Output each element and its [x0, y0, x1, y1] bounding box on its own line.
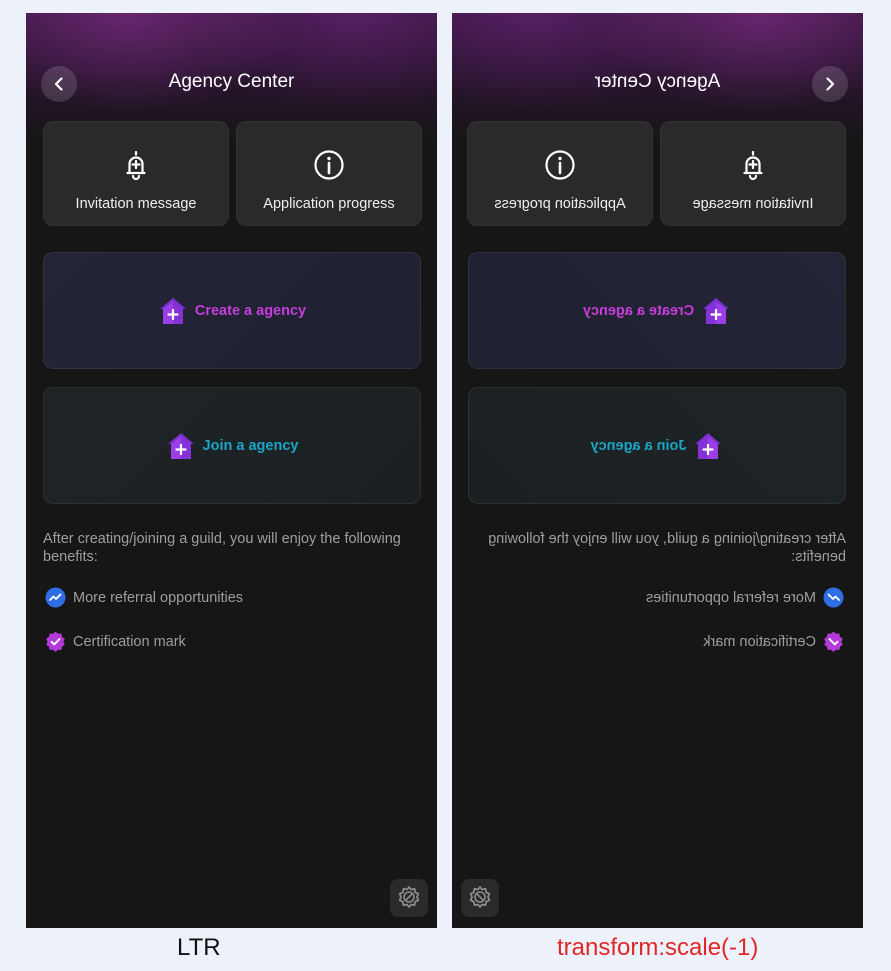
application-progress-label: Application progress: [263, 196, 395, 212]
purple-verified-badge-icon: [46, 631, 65, 652]
benefit-item-referral: More referral opportunities: [45, 587, 243, 608]
invitation-message-label: Invitation message: [75, 196, 197, 212]
info-circle-icon: [545, 150, 575, 180]
purple-verified-badge-icon: [824, 631, 843, 652]
benefit-label: Certification mark: [703, 633, 816, 650]
create-agency-button[interactable]: Create a agency: [43, 252, 421, 369]
create-agency-label: Create a agency: [582, 302, 695, 319]
purple-house-plus-icon: [703, 297, 730, 324]
join-agency-button[interactable]: Join a agency: [468, 387, 846, 504]
join-agency-label: Join a agency: [202, 437, 299, 454]
mirrored-caption: transform:scale(-1): [557, 934, 759, 961]
invitation-message-tile[interactable]: Invitation message: [43, 121, 229, 226]
create-agency-button[interactable]: Create a agency: [468, 252, 846, 369]
application-progress-label: Application progress: [494, 196, 626, 212]
create-agency-label: Create a agency: [194, 302, 307, 319]
benefit-label: More referral opportunities: [73, 589, 244, 606]
blue-trend-icon: [45, 587, 66, 608]
benefit-item-certification: Certification mark: [703, 631, 844, 652]
settings-button[interactable]: [390, 879, 428, 917]
gear-icon: [398, 886, 420, 908]
bell-plus-icon: [743, 150, 763, 181]
purple-house-plus-icon: [695, 432, 722, 459]
invitation-message-tile[interactable]: Invitation message: [660, 121, 846, 226]
bell-plus-icon: [126, 150, 146, 181]
join-agency-button[interactable]: Join a agency: [43, 387, 421, 504]
info-circle-icon: [314, 150, 344, 180]
purple-house-plus-icon: [159, 297, 186, 324]
purple-house-plus-icon: [167, 432, 194, 459]
benefit-item-referral: More referral opportunities: [646, 587, 844, 608]
phone-screen-mirrored: Agency Center Invitation message Applica…: [452, 13, 863, 928]
benefits-intro-text: After creating/joining a guild, you will…: [488, 531, 846, 565]
ltr-caption: LTR: [177, 934, 221, 961]
page-title: Agency Center: [594, 71, 721, 92]
benefit-label: Certification mark: [73, 633, 186, 650]
join-agency-label: Join a agency: [590, 437, 687, 454]
application-progress-tile[interactable]: Application progress: [236, 121, 422, 226]
blue-trend-icon: [823, 587, 844, 608]
invitation-message-label: Invitation message: [692, 196, 814, 212]
benefit-item-certification: Certification mark: [45, 631, 186, 652]
phone-screen-ltr: Agency Center Invitation message Applica…: [26, 13, 437, 928]
gear-icon: [469, 886, 491, 908]
application-progress-tile[interactable]: Application progress: [467, 121, 653, 226]
benefits-intro-text: After creating/joining a guild, you will…: [43, 531, 401, 565]
page-title: Agency Center: [168, 71, 295, 92]
benefit-label: More referral opportunities: [645, 589, 816, 606]
settings-button[interactable]: [461, 879, 499, 917]
